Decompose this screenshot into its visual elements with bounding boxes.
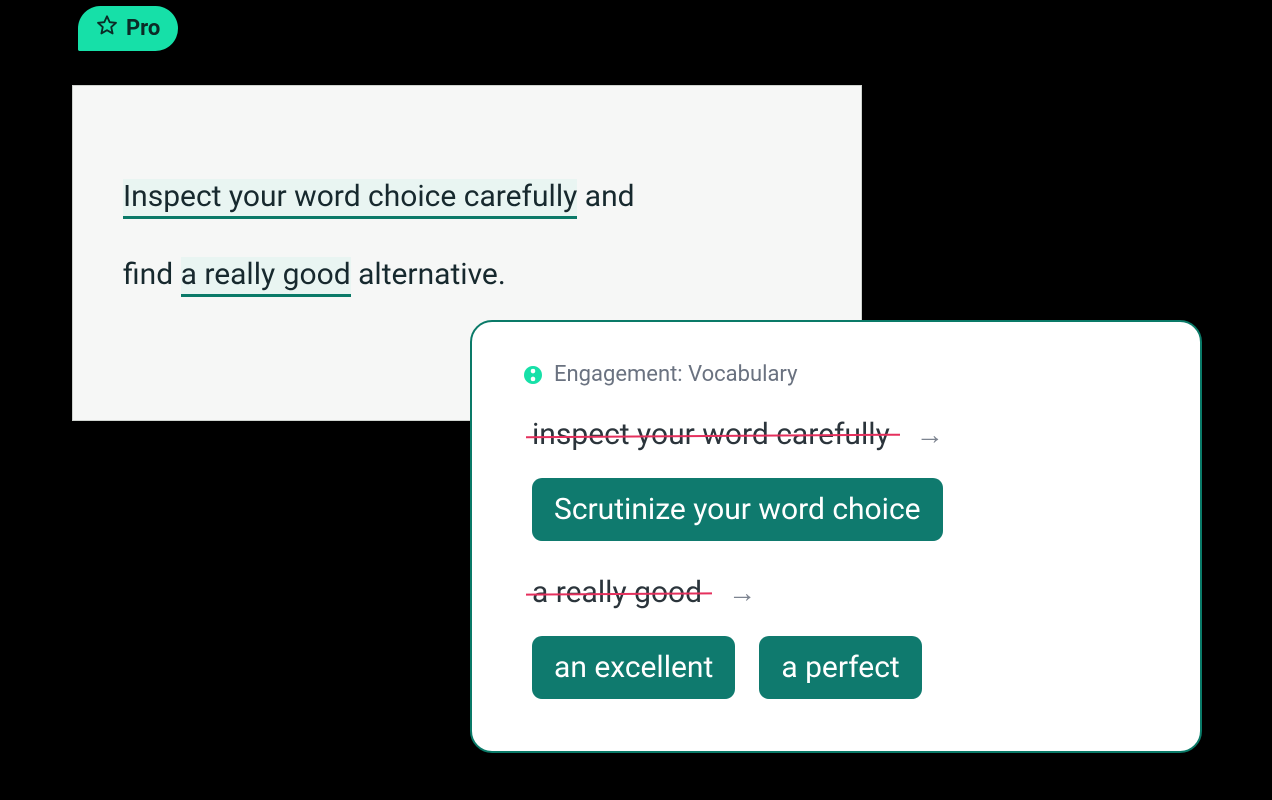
editor-line-1: Inspect your word choice carefully and bbox=[123, 158, 811, 236]
popover-header: Engagement: Vocabulary bbox=[524, 362, 1148, 387]
editor-text: find bbox=[123, 257, 181, 292]
pro-badge-label: Pro bbox=[126, 16, 160, 41]
strikethrough-text: a really good bbox=[532, 575, 702, 610]
strikethrough-text: inspect your word carefully bbox=[532, 417, 890, 452]
suggestion-category: Engagement: Vocabulary bbox=[554, 362, 797, 387]
star-icon bbox=[96, 14, 118, 42]
arrow-right-icon: → bbox=[728, 576, 756, 609]
highlight-phrase-2[interactable]: a really good bbox=[181, 257, 351, 297]
replacement-chip[interactable]: an excellent bbox=[532, 636, 735, 699]
brand-icon bbox=[524, 366, 542, 384]
suggestion-block: a really good → an excellent a perfect bbox=[524, 575, 1148, 699]
editor-text: and bbox=[577, 179, 634, 214]
strike-row: inspect your word carefully → bbox=[532, 417, 1148, 452]
replacement-chip[interactable]: Scrutinize your word choice bbox=[532, 478, 943, 541]
editor-line-2: find a really good alternative. bbox=[123, 236, 811, 314]
strike-row: a really good → bbox=[532, 575, 1148, 610]
arrow-right-icon: → bbox=[916, 418, 944, 451]
highlight-phrase-1[interactable]: Inspect your word choice carefully bbox=[123, 179, 577, 219]
editor-text: alternative. bbox=[351, 257, 506, 292]
suggestion-block: inspect your word carefully → Scrutinize… bbox=[524, 417, 1148, 541]
replacement-chip[interactable]: a perfect bbox=[759, 636, 921, 699]
pro-badge: Pro bbox=[78, 6, 178, 51]
suggestion-popover: Engagement: Vocabulary inspect your word… bbox=[470, 320, 1202, 753]
